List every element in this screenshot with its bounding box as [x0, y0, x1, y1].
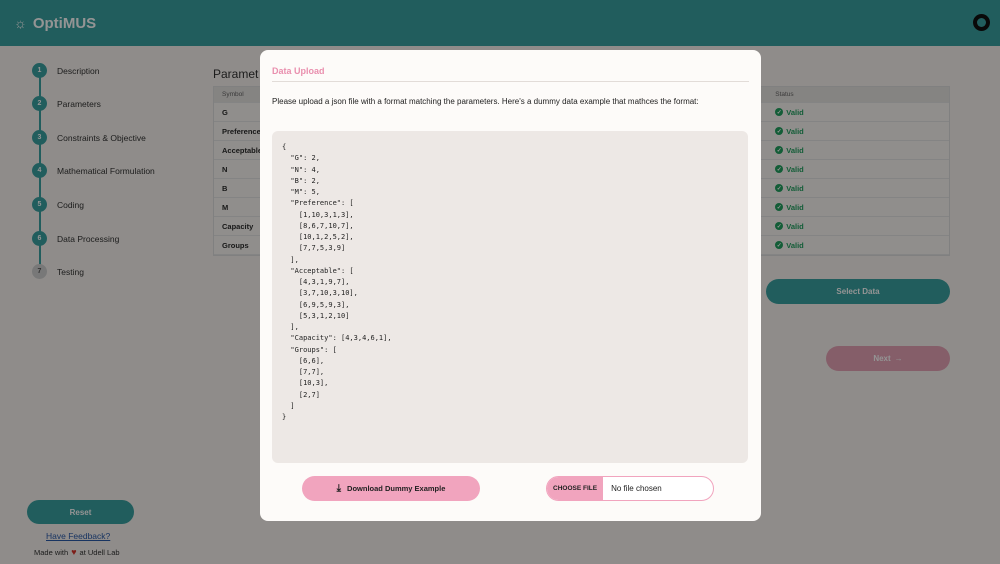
- download-label: Download Dummy Example: [347, 484, 446, 493]
- modal-title: Data Upload: [272, 66, 325, 76]
- modal-description: Please upload a json file with a format …: [272, 97, 699, 106]
- download-icon: ⤓: [336, 483, 342, 494]
- modal-divider: [272, 81, 749, 82]
- choose-file-button[interactable]: CHOOSE FILE: [547, 477, 604, 500]
- file-upload-input[interactable]: CHOOSE FILE No file chosen: [546, 476, 714, 501]
- file-status-text: No file chosen: [611, 484, 662, 493]
- json-example-block: { "G": 2, "N": 4, "B": 2, "M": 5, "Prefe…: [272, 131, 748, 463]
- data-upload-modal: Data Upload Please upload a json file wi…: [260, 50, 761, 521]
- json-example-code: { "G": 2, "N": 4, "B": 2, "M": 5, "Prefe…: [282, 143, 392, 421]
- download-dummy-button[interactable]: ⤓ Download Dummy Example: [302, 476, 480, 501]
